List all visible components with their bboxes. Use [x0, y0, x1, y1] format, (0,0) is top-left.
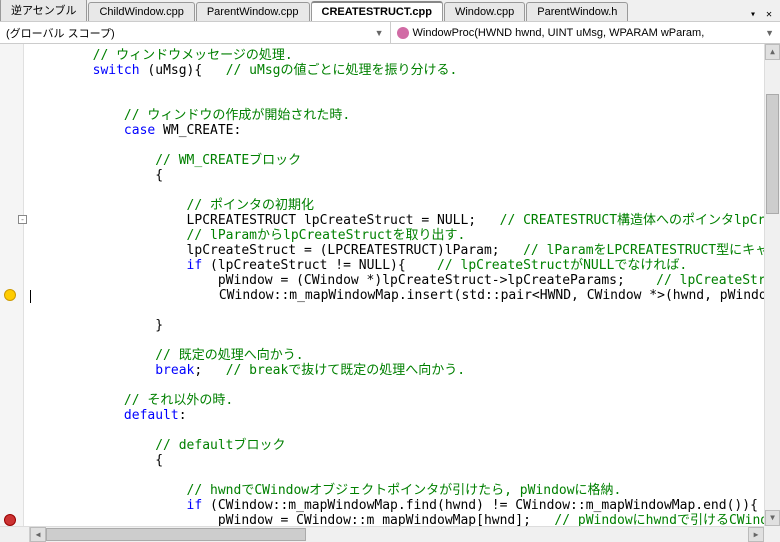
code-line[interactable]: // defaultブロック: [30, 438, 780, 453]
chevron-down-icon: ▼: [375, 28, 384, 38]
code-line[interactable]: }: [30, 318, 780, 333]
code-line[interactable]: LPCREATESTRUCT lpCreateStruct = NULL; //…: [30, 213, 780, 228]
scroll-track[interactable]: [46, 527, 748, 542]
gutter[interactable]: -: [0, 44, 24, 526]
code-area[interactable]: // ウィンドウメッセージの処理. switch (uMsg){ // uMsg…: [24, 44, 780, 526]
tab-parentwindow-h[interactable]: ParentWindow.h: [526, 2, 628, 21]
scope-dropdown[interactable]: (グローバル スコープ) ▼: [0, 22, 391, 43]
code-line[interactable]: {: [30, 168, 780, 183]
code-line[interactable]: break; // breakで抜けて既定の処理へ向かう.: [30, 363, 780, 378]
tab-bar: 逆アセンブル ChildWindow.cpp ParentWindow.cpp …: [0, 0, 780, 22]
tab-controls: ▾ ✕: [746, 7, 780, 21]
scope-label: (グローバル スコープ): [6, 25, 115, 41]
code-line[interactable]: [30, 93, 780, 108]
code-line[interactable]: default:: [30, 408, 780, 423]
tab-disassembly[interactable]: 逆アセンブル: [0, 0, 87, 21]
tab-createstruct-cpp[interactable]: CREATESTRUCT.cpp: [311, 1, 443, 21]
scroll-down-icon[interactable]: ▼: [765, 510, 780, 526]
breakpoint-icon[interactable]: [4, 514, 16, 526]
tab-parentwindow-cpp[interactable]: ParentWindow.cpp: [196, 2, 310, 21]
editor: - // ウィンドウメッセージの処理. switch (uMsg){ // uM…: [0, 44, 780, 526]
chevron-down-icon: ▼: [765, 28, 774, 38]
horizontal-scrollbar[interactable]: ◀ ▶: [0, 526, 764, 542]
scroll-corner: [764, 526, 780, 542]
function-label: WindowProc(HWND hwnd, UINT uMsg, WPARAM …: [413, 27, 705, 39]
code-line[interactable]: // lParamからlpCreateStructを取り出す.: [30, 228, 780, 243]
code-line[interactable]: [30, 333, 780, 348]
code-line[interactable]: {: [30, 453, 780, 468]
code-line[interactable]: [30, 468, 780, 483]
code-line[interactable]: CWindow::m_mapWindowMap.insert(std::pair…: [30, 288, 780, 303]
execution-pointer-icon[interactable]: [4, 289, 16, 301]
code-line[interactable]: case WM_CREATE:: [30, 123, 780, 138]
scroll-left-icon[interactable]: ◀: [30, 527, 46, 542]
code-line[interactable]: [30, 423, 780, 438]
code-line[interactable]: // WM_CREATEブロック: [30, 153, 780, 168]
tab-overflow-icon[interactable]: ▾: [746, 7, 760, 21]
code-line[interactable]: [30, 78, 780, 93]
scroll-thumb[interactable]: [46, 528, 306, 541]
code-line[interactable]: pWindow = (CWindow *)lpCreateStruct->lpC…: [30, 273, 780, 288]
vertical-scrollbar[interactable]: ▲ ▼: [764, 44, 780, 526]
code-line[interactable]: [30, 303, 780, 318]
code-line[interactable]: // hwndでCWindowオブジェクトポインタが引けたら, pWindowに…: [30, 483, 780, 498]
scope-bar: (グローバル スコープ) ▼ WindowProc(HWND hwnd, UIN…: [0, 22, 780, 44]
scroll-thumb[interactable]: [766, 94, 779, 214]
code-line[interactable]: // ウィンドウメッセージの処理.: [30, 48, 780, 63]
code-line[interactable]: lpCreateStruct = (LPCREATESTRUCT)lParam;…: [30, 243, 780, 258]
scroll-right-icon[interactable]: ▶: [748, 527, 764, 542]
tab-childwindow-cpp[interactable]: ChildWindow.cpp: [88, 2, 194, 21]
close-icon[interactable]: ✕: [762, 7, 776, 21]
function-icon: [397, 27, 409, 39]
scroll-up-icon[interactable]: ▲: [765, 44, 780, 60]
tab-window-cpp[interactable]: Window.cpp: [444, 2, 525, 21]
code-line[interactable]: switch (uMsg){ // uMsgの値ごとに処理を振り分ける.: [30, 63, 780, 78]
splitter-handle[interactable]: [0, 527, 30, 542]
code-line[interactable]: // ウィンドウの作成が開始された時.: [30, 108, 780, 123]
code-line[interactable]: if (CWindow::m_mapWindowMap.find(hwnd) !…: [30, 498, 780, 513]
code-line[interactable]: pWindow = CWindow::m_mapWindowMap[hwnd];…: [30, 513, 780, 526]
code-line[interactable]: [30, 183, 780, 198]
code-line[interactable]: // それ以外の時.: [30, 393, 780, 408]
code-line[interactable]: // 既定の処理へ向かう.: [30, 348, 780, 363]
code-line[interactable]: [30, 138, 780, 153]
code-line[interactable]: if (lpCreateStruct != NULL){ // lpCreate…: [30, 258, 780, 273]
function-dropdown[interactable]: WindowProc(HWND hwnd, UINT uMsg, WPARAM …: [391, 22, 780, 43]
code-line[interactable]: [30, 378, 780, 393]
code-line[interactable]: // ポインタの初期化: [30, 198, 780, 213]
